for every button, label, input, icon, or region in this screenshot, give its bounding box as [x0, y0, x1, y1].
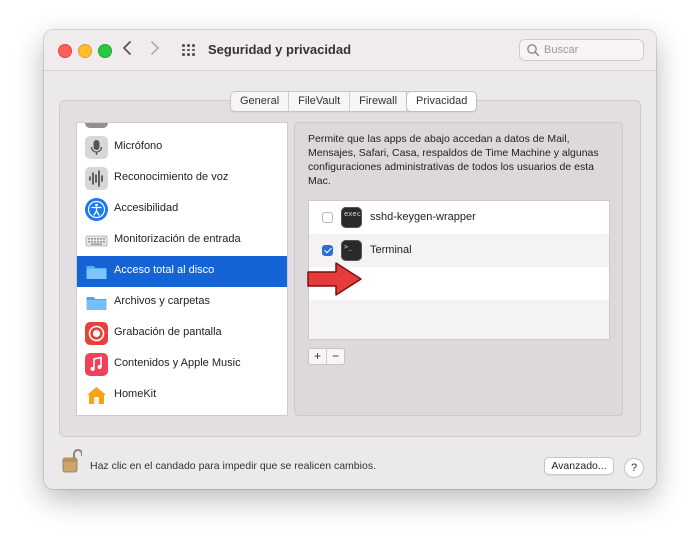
tab-general[interactable]: General [231, 92, 290, 111]
app-name: sshd-keygen-wrapper [370, 211, 476, 223]
sidebar-item-label: Reconocimiento de voz [114, 171, 229, 183]
sidebar-item-partial[interactable] [77, 123, 287, 132]
help-button[interactable]: ? [624, 458, 644, 478]
terminal-app-icon: exec [341, 207, 362, 228]
sidebar-item-reconocimiento-voz[interactable]: Reconocimiento de voz [77, 163, 287, 194]
minimize-window-button[interactable] [78, 44, 92, 58]
window-title: Seguridad y privacidad [208, 42, 352, 57]
title-bar: Seguridad y privacidad Buscar [44, 30, 656, 71]
add-remove-control: + − [308, 348, 345, 365]
privacy-category-list[interactable]: Micrófono Reconocimiento de voz Accesibi… [76, 122, 288, 416]
show-all-grid-icon[interactable] [182, 44, 196, 56]
advanced-button[interactable]: Avanzado... [544, 457, 614, 475]
sidebar-item-label: Archivos y carpetas [114, 295, 210, 307]
back-chevron-icon[interactable] [122, 40, 132, 60]
tab-bar: General FileVault Firewall Privacidad [230, 91, 478, 112]
add-app-button[interactable]: + [309, 349, 327, 364]
forward-chevron-icon[interactable] [150, 40, 160, 60]
accessibility-icon [85, 198, 108, 221]
tab-filevault[interactable]: FileVault [289, 92, 351, 111]
microphone-icon [85, 136, 108, 159]
sidebar-item-label: Acceso total al disco [114, 264, 215, 276]
sidebar-item-grabacion-pantalla[interactable]: Grabación de pantalla [77, 318, 287, 349]
tab-firewall[interactable]: Firewall [350, 92, 408, 111]
sidebar-item-label: Grabación de pantalla [114, 326, 222, 338]
terminal-prompt-glyph: >_ [344, 243, 353, 251]
remove-app-button[interactable]: − [327, 349, 344, 364]
app-checkbox[interactable] [322, 212, 333, 223]
lock-hint-text: Haz clic en el candado para impedir que … [90, 460, 376, 472]
sidebar-item-homekit[interactable]: HomeKit [77, 380, 287, 411]
sidebar-item-label: Micrófono [114, 140, 163, 152]
terminal-exec-glyph: exec [344, 210, 361, 218]
app-name: Terminal [370, 244, 412, 256]
sidebar-item-label: Accesibilidad [114, 202, 179, 214]
permission-description: Permite que las apps de abajo accedan a … [308, 133, 599, 187]
sidebar-item-monitorizacion-entrada[interactable]: Monitorización de entrada [77, 225, 287, 256]
lock-icon[interactable] [62, 448, 82, 474]
sidebar-item-contenidos-apple-music[interactable]: Contenidos y Apple Music [77, 349, 287, 380]
zoom-window-button[interactable] [98, 44, 112, 58]
list-item [309, 300, 609, 339]
partial-category-icon [85, 123, 108, 128]
sidebar-item-label: HomeKit [114, 388, 157, 400]
list-item[interactable]: exec sshd-keygen-wrapper [309, 201, 609, 234]
folder-icon [85, 291, 108, 314]
terminal-app-icon: >_ [341, 240, 362, 261]
search-icon [527, 44, 540, 57]
waveform-icon [85, 167, 108, 190]
sidebar-item-archivos-carpetas[interactable]: Archivos y carpetas [77, 287, 287, 318]
red-arrow-annotation-icon [307, 262, 362, 296]
preferences-window: Seguridad y privacidad Buscar General Fi… [44, 30, 656, 489]
sidebar-item-acceso-total-disco[interactable]: Acceso total al disco [77, 256, 287, 287]
music-note-icon [85, 353, 108, 376]
tab-privacidad[interactable]: Privacidad [407, 92, 477, 111]
keyboard-icon [85, 229, 108, 252]
sidebar-item-label: Monitorización de entrada [114, 233, 241, 245]
home-icon [85, 384, 108, 407]
sidebar-item-label: Contenidos y Apple Music [114, 357, 241, 369]
search-field[interactable]: Buscar [519, 39, 644, 61]
close-window-button[interactable] [58, 44, 72, 58]
sidebar-item-microfono[interactable]: Micrófono [77, 132, 287, 163]
sidebar-item-accesibilidad[interactable]: Accesibilidad [77, 194, 287, 225]
screen-record-icon [85, 322, 108, 345]
app-checkbox[interactable] [322, 245, 333, 256]
folder-icon [85, 260, 108, 283]
search-placeholder: Buscar [544, 44, 579, 56]
